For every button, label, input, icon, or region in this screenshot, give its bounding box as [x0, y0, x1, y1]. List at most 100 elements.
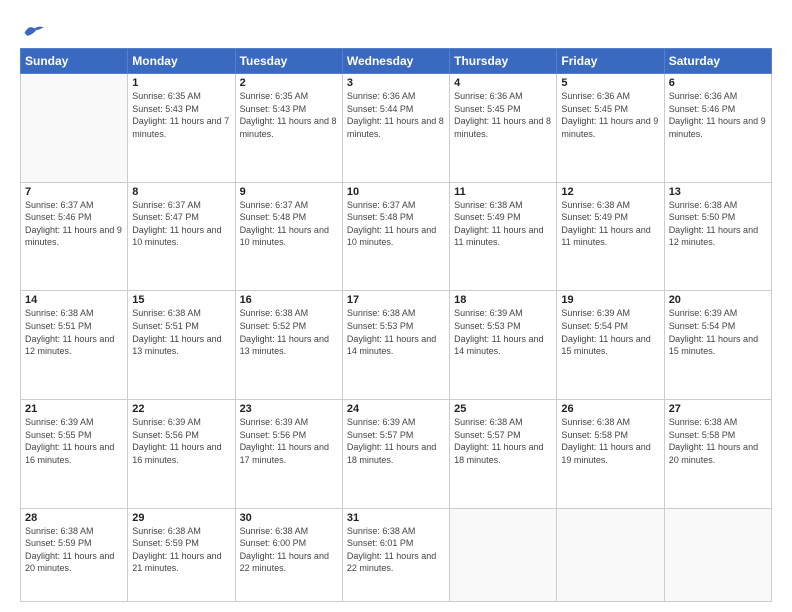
day-info: Sunrise: 6:38 AMSunset: 5:49 PMDaylight:…	[454, 199, 552, 249]
day-number: 20	[669, 294, 767, 306]
calendar-week-row: 1Sunrise: 6:35 AMSunset: 5:43 PMDaylight…	[21, 74, 772, 183]
day-number: 7	[25, 186, 123, 198]
day-info: Sunrise: 6:38 AMSunset: 5:58 PMDaylight:…	[669, 416, 767, 466]
calendar-cell: 4Sunrise: 6:36 AMSunset: 5:45 PMDaylight…	[450, 74, 557, 183]
calendar-week-row: 28Sunrise: 6:38 AMSunset: 5:59 PMDayligh…	[21, 508, 772, 601]
day-info: Sunrise: 6:38 AMSunset: 5:50 PMDaylight:…	[669, 199, 767, 249]
day-info: Sunrise: 6:38 AMSunset: 5:59 PMDaylight:…	[25, 525, 123, 575]
calendar-header-row: SundayMondayTuesdayWednesdayThursdayFrid…	[21, 49, 772, 74]
calendar-cell: 11Sunrise: 6:38 AMSunset: 5:49 PMDayligh…	[450, 182, 557, 291]
weekday-header-thursday: Thursday	[450, 49, 557, 74]
day-info: Sunrise: 6:38 AMSunset: 5:59 PMDaylight:…	[132, 525, 230, 575]
calendar-cell: 25Sunrise: 6:38 AMSunset: 5:57 PMDayligh…	[450, 400, 557, 509]
calendar-week-row: 7Sunrise: 6:37 AMSunset: 5:46 PMDaylight…	[21, 182, 772, 291]
page: SundayMondayTuesdayWednesdayThursdayFrid…	[0, 0, 792, 612]
weekday-header-wednesday: Wednesday	[342, 49, 449, 74]
day-info: Sunrise: 6:39 AMSunset: 5:57 PMDaylight:…	[347, 416, 445, 466]
calendar: SundayMondayTuesdayWednesdayThursdayFrid…	[20, 48, 772, 602]
day-info: Sunrise: 6:38 AMSunset: 5:58 PMDaylight:…	[561, 416, 659, 466]
day-info: Sunrise: 6:36 AMSunset: 5:45 PMDaylight:…	[561, 90, 659, 140]
weekday-header-sunday: Sunday	[21, 49, 128, 74]
calendar-cell: 18Sunrise: 6:39 AMSunset: 5:53 PMDayligh…	[450, 291, 557, 400]
day-info: Sunrise: 6:38 AMSunset: 5:51 PMDaylight:…	[25, 307, 123, 357]
day-number: 26	[561, 403, 659, 415]
day-info: Sunrise: 6:37 AMSunset: 5:47 PMDaylight:…	[132, 199, 230, 249]
day-info: Sunrise: 6:37 AMSunset: 5:48 PMDaylight:…	[347, 199, 445, 249]
day-info: Sunrise: 6:39 AMSunset: 5:54 PMDaylight:…	[669, 307, 767, 357]
weekday-header-tuesday: Tuesday	[235, 49, 342, 74]
calendar-cell: 7Sunrise: 6:37 AMSunset: 5:46 PMDaylight…	[21, 182, 128, 291]
day-number: 28	[25, 512, 123, 524]
day-info: Sunrise: 6:38 AMSunset: 5:51 PMDaylight:…	[132, 307, 230, 357]
day-number: 1	[132, 77, 230, 89]
day-info: Sunrise: 6:38 AMSunset: 5:53 PMDaylight:…	[347, 307, 445, 357]
day-number: 24	[347, 403, 445, 415]
day-info: Sunrise: 6:39 AMSunset: 5:53 PMDaylight:…	[454, 307, 552, 357]
calendar-cell: 28Sunrise: 6:38 AMSunset: 5:59 PMDayligh…	[21, 508, 128, 601]
calendar-cell: 29Sunrise: 6:38 AMSunset: 5:59 PMDayligh…	[128, 508, 235, 601]
day-info: Sunrise: 6:37 AMSunset: 5:48 PMDaylight:…	[240, 199, 338, 249]
weekday-header-saturday: Saturday	[664, 49, 771, 74]
day-number: 21	[25, 403, 123, 415]
calendar-cell: 30Sunrise: 6:38 AMSunset: 6:00 PMDayligh…	[235, 508, 342, 601]
calendar-cell: 13Sunrise: 6:38 AMSunset: 5:50 PMDayligh…	[664, 182, 771, 291]
day-number: 6	[669, 77, 767, 89]
day-number: 25	[454, 403, 552, 415]
day-info: Sunrise: 6:39 AMSunset: 5:54 PMDaylight:…	[561, 307, 659, 357]
day-number: 27	[669, 403, 767, 415]
day-number: 30	[240, 512, 338, 524]
day-number: 12	[561, 186, 659, 198]
calendar-cell: 2Sunrise: 6:35 AMSunset: 5:43 PMDaylight…	[235, 74, 342, 183]
day-number: 8	[132, 186, 230, 198]
calendar-week-row: 21Sunrise: 6:39 AMSunset: 5:55 PMDayligh…	[21, 400, 772, 509]
calendar-cell	[557, 508, 664, 601]
calendar-cell: 3Sunrise: 6:36 AMSunset: 5:44 PMDaylight…	[342, 74, 449, 183]
day-number: 3	[347, 77, 445, 89]
calendar-cell: 6Sunrise: 6:36 AMSunset: 5:46 PMDaylight…	[664, 74, 771, 183]
day-info: Sunrise: 6:38 AMSunset: 5:52 PMDaylight:…	[240, 307, 338, 357]
calendar-cell: 17Sunrise: 6:38 AMSunset: 5:53 PMDayligh…	[342, 291, 449, 400]
day-number: 13	[669, 186, 767, 198]
header	[20, 18, 772, 38]
calendar-cell: 16Sunrise: 6:38 AMSunset: 5:52 PMDayligh…	[235, 291, 342, 400]
calendar-cell	[450, 508, 557, 601]
calendar-cell: 12Sunrise: 6:38 AMSunset: 5:49 PMDayligh…	[557, 182, 664, 291]
weekday-header-monday: Monday	[128, 49, 235, 74]
day-number: 29	[132, 512, 230, 524]
day-number: 2	[240, 77, 338, 89]
day-info: Sunrise: 6:39 AMSunset: 5:56 PMDaylight:…	[240, 416, 338, 466]
calendar-cell	[21, 74, 128, 183]
day-info: Sunrise: 6:36 AMSunset: 5:44 PMDaylight:…	[347, 90, 445, 140]
calendar-cell: 22Sunrise: 6:39 AMSunset: 5:56 PMDayligh…	[128, 400, 235, 509]
day-number: 31	[347, 512, 445, 524]
calendar-cell: 8Sunrise: 6:37 AMSunset: 5:47 PMDaylight…	[128, 182, 235, 291]
calendar-cell: 19Sunrise: 6:39 AMSunset: 5:54 PMDayligh…	[557, 291, 664, 400]
calendar-cell: 20Sunrise: 6:39 AMSunset: 5:54 PMDayligh…	[664, 291, 771, 400]
calendar-cell	[664, 508, 771, 601]
calendar-cell: 27Sunrise: 6:38 AMSunset: 5:58 PMDayligh…	[664, 400, 771, 509]
day-number: 22	[132, 403, 230, 415]
day-number: 9	[240, 186, 338, 198]
calendar-cell: 14Sunrise: 6:38 AMSunset: 5:51 PMDayligh…	[21, 291, 128, 400]
day-info: Sunrise: 6:39 AMSunset: 5:55 PMDaylight:…	[25, 416, 123, 466]
day-info: Sunrise: 6:36 AMSunset: 5:45 PMDaylight:…	[454, 90, 552, 140]
day-number: 18	[454, 294, 552, 306]
day-number: 11	[454, 186, 552, 198]
day-number: 14	[25, 294, 123, 306]
day-info: Sunrise: 6:35 AMSunset: 5:43 PMDaylight:…	[240, 90, 338, 140]
day-number: 15	[132, 294, 230, 306]
calendar-cell: 21Sunrise: 6:39 AMSunset: 5:55 PMDayligh…	[21, 400, 128, 509]
calendar-cell: 24Sunrise: 6:39 AMSunset: 5:57 PMDayligh…	[342, 400, 449, 509]
calendar-cell: 9Sunrise: 6:37 AMSunset: 5:48 PMDaylight…	[235, 182, 342, 291]
day-number: 5	[561, 77, 659, 89]
day-info: Sunrise: 6:36 AMSunset: 5:46 PMDaylight:…	[669, 90, 767, 140]
day-number: 10	[347, 186, 445, 198]
day-info: Sunrise: 6:37 AMSunset: 5:46 PMDaylight:…	[25, 199, 123, 249]
day-info: Sunrise: 6:35 AMSunset: 5:43 PMDaylight:…	[132, 90, 230, 140]
day-number: 23	[240, 403, 338, 415]
day-info: Sunrise: 6:38 AMSunset: 5:57 PMDaylight:…	[454, 416, 552, 466]
calendar-week-row: 14Sunrise: 6:38 AMSunset: 5:51 PMDayligh…	[21, 291, 772, 400]
calendar-cell: 26Sunrise: 6:38 AMSunset: 5:58 PMDayligh…	[557, 400, 664, 509]
day-number: 4	[454, 77, 552, 89]
calendar-cell: 15Sunrise: 6:38 AMSunset: 5:51 PMDayligh…	[128, 291, 235, 400]
